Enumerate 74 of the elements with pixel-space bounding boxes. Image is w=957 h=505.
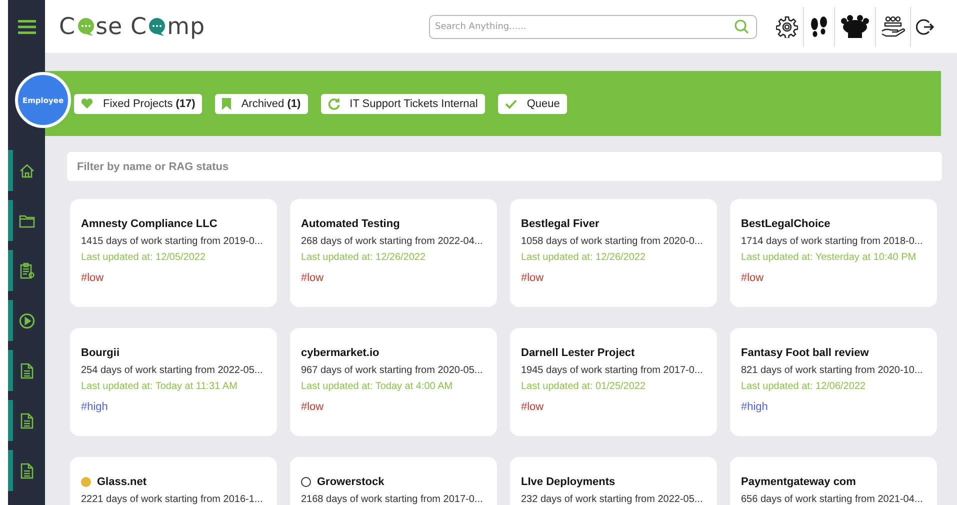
project-card[interactable]: Bourgii 254 days of work starting from 2022-05... Last updated at: Today at 11:31 AM #high <box>70 328 277 436</box>
search-field[interactable]: Search Anything...... <box>429 14 757 38</box>
project-description: 254 days of work starting from 2022-05... <box>81 365 263 376</box>
project-name: Fantasy Foot ball review <box>741 347 869 359</box>
project-description: 1714 days of work starting from 2018-0... <box>741 236 923 247</box>
project-name: Bestlegal Fiver <box>521 218 600 230</box>
last-updated: Last updated at: Today at 11:31 AM <box>81 381 238 392</box>
project-name: LIve Deployments <box>521 476 616 488</box>
project-card[interactable]: cybermarket.io 967 days of work starting from 2020-05... Last updated at: Today at 4:00 AM #low <box>290 328 497 436</box>
last-updated: Last updated at: 01/25/2022 <box>521 381 646 392</box>
project-card[interactable]: Glass.net 2221 days of work starting from 2016-1... <box>70 457 277 505</box>
project-name: Darnell Lester Project <box>521 347 635 359</box>
folder-icon <box>18 214 34 228</box>
rag-tag[interactable]: #low <box>301 272 324 284</box>
rag-tag[interactable]: #low <box>301 401 324 413</box>
rag-tag[interactable]: #high <box>81 401 108 413</box>
play-icon <box>18 312 34 328</box>
last-updated: Last updated at: 12/26/2022 <box>301 252 426 263</box>
project-description: 821 days of work starting from 2020-10... <box>741 365 923 376</box>
check-icon <box>504 98 517 108</box>
project-card[interactable]: Bestlegal Fiver 1058 days of work starting from 2020-0... Last updated at: 12/26/2022 #low <box>510 199 717 307</box>
project-description: 232 days of work starting from 2022-05... <box>521 494 703 505</box>
rag-tag[interactable]: #low <box>741 272 764 284</box>
project-name: Growerstock <box>317 476 384 488</box>
last-updated: Last updated at: 12/06/2022 <box>741 381 866 392</box>
rag-tag[interactable]: #low <box>81 272 104 284</box>
last-updated: Last updated at: 12/05/2022 <box>81 252 206 263</box>
project-card[interactable]: LIve Deployments 232 days of work starting from 2022-05... <box>510 457 717 505</box>
project-card[interactable]: Paymentgateway com 656 days of work starting from 2021-04... <box>730 457 937 505</box>
document-icon <box>20 362 34 378</box>
logo-text: C <box>59 14 76 40</box>
last-updated: Last updated at: 12/26/2022 <box>521 252 646 263</box>
project-card[interactable]: Automated Testing 268 days of work starting from 2022-04... Last updated at: 12/26/2022 #low <box>290 199 497 307</box>
project-name: BestLegalChoice <box>741 218 830 230</box>
speech-bubble-icon <box>148 16 166 36</box>
logo-text: se C <box>96 14 148 40</box>
filter-field[interactable]: Filter by name or RAG status <box>67 152 942 181</box>
home-icon <box>18 162 34 178</box>
refresh-icon <box>328 98 340 110</box>
project-description: 1415 days of work starting from 2019-0... <box>81 236 263 247</box>
document-icon <box>20 462 34 478</box>
heart-icon <box>81 98 93 109</box>
project-description: 2168 days of work starting from 2017-0... <box>301 494 483 505</box>
project-card[interactable]: Growerstock 2168 days of work starting from 2017-0... <box>290 457 497 505</box>
last-updated: Last updated at: Yesterday at 10:40 PM <box>741 252 916 263</box>
project-description: 1058 days of work starting from 2020-0... <box>521 236 703 247</box>
project-description: 1945 days of work starting from 2017-0... <box>521 365 703 376</box>
project-name: Paymentgateway com <box>741 476 856 488</box>
speech-bubble-icon <box>76 16 95 36</box>
logo-text: mp <box>167 14 206 40</box>
tab[interactable]: Fixed Projects (17) <box>74 94 202 114</box>
bookmark-icon <box>222 98 232 110</box>
rag-tag[interactable]: #low <box>521 401 544 413</box>
project-description: 967 days of work starting from 2020-05... <box>301 365 483 376</box>
project-name: Glass.net <box>97 476 147 488</box>
project-card[interactable]: Darnell Lester Project 1945 days of work starting from 2017-0... Last updated at: 01/25/2022 #low <box>510 328 717 436</box>
project-name: cybermarket.io <box>301 347 380 359</box>
project-card[interactable]: Amnesty Compliance LLC 1415 days of work starting from 2019-0... Last updated at: 12/05/2022 #low <box>70 199 277 307</box>
project-card[interactable]: BestLegalChoice 1714 days of work starting from 2018-0... Last updated at: Yesterday at 10:40 PM #low <box>730 199 937 307</box>
document-icon <box>20 412 34 428</box>
clipboard-icon <box>18 262 34 279</box>
project-card[interactable]: Fantasy Foot ball review 821 days of work starting from 2020-10... Last updated at: 12/06/2022 #high <box>730 328 937 436</box>
rag-tag[interactable]: #low <box>521 272 544 284</box>
project-description: 2221 days of work starting from 2016-1... <box>81 494 263 505</box>
project-description: 656 days of work starting from 2021-04... <box>741 494 923 505</box>
project-name: Automated Testing <box>301 218 400 230</box>
tab[interactable]: Queue <box>498 94 567 114</box>
project-name: Bourgii <box>81 347 120 359</box>
last-updated: Last updated at: Today at 4:00 AM <box>301 381 453 392</box>
tab[interactable]: IT Support Tickets Internal <box>320 94 485 114</box>
tab[interactable]: Archived (1) <box>215 94 308 114</box>
rag-tag[interactable]: #high <box>741 401 768 413</box>
project-name: Amnesty Compliance LLC <box>81 218 218 230</box>
project-description: 268 days of work starting from 2022-04... <box>301 236 483 247</box>
